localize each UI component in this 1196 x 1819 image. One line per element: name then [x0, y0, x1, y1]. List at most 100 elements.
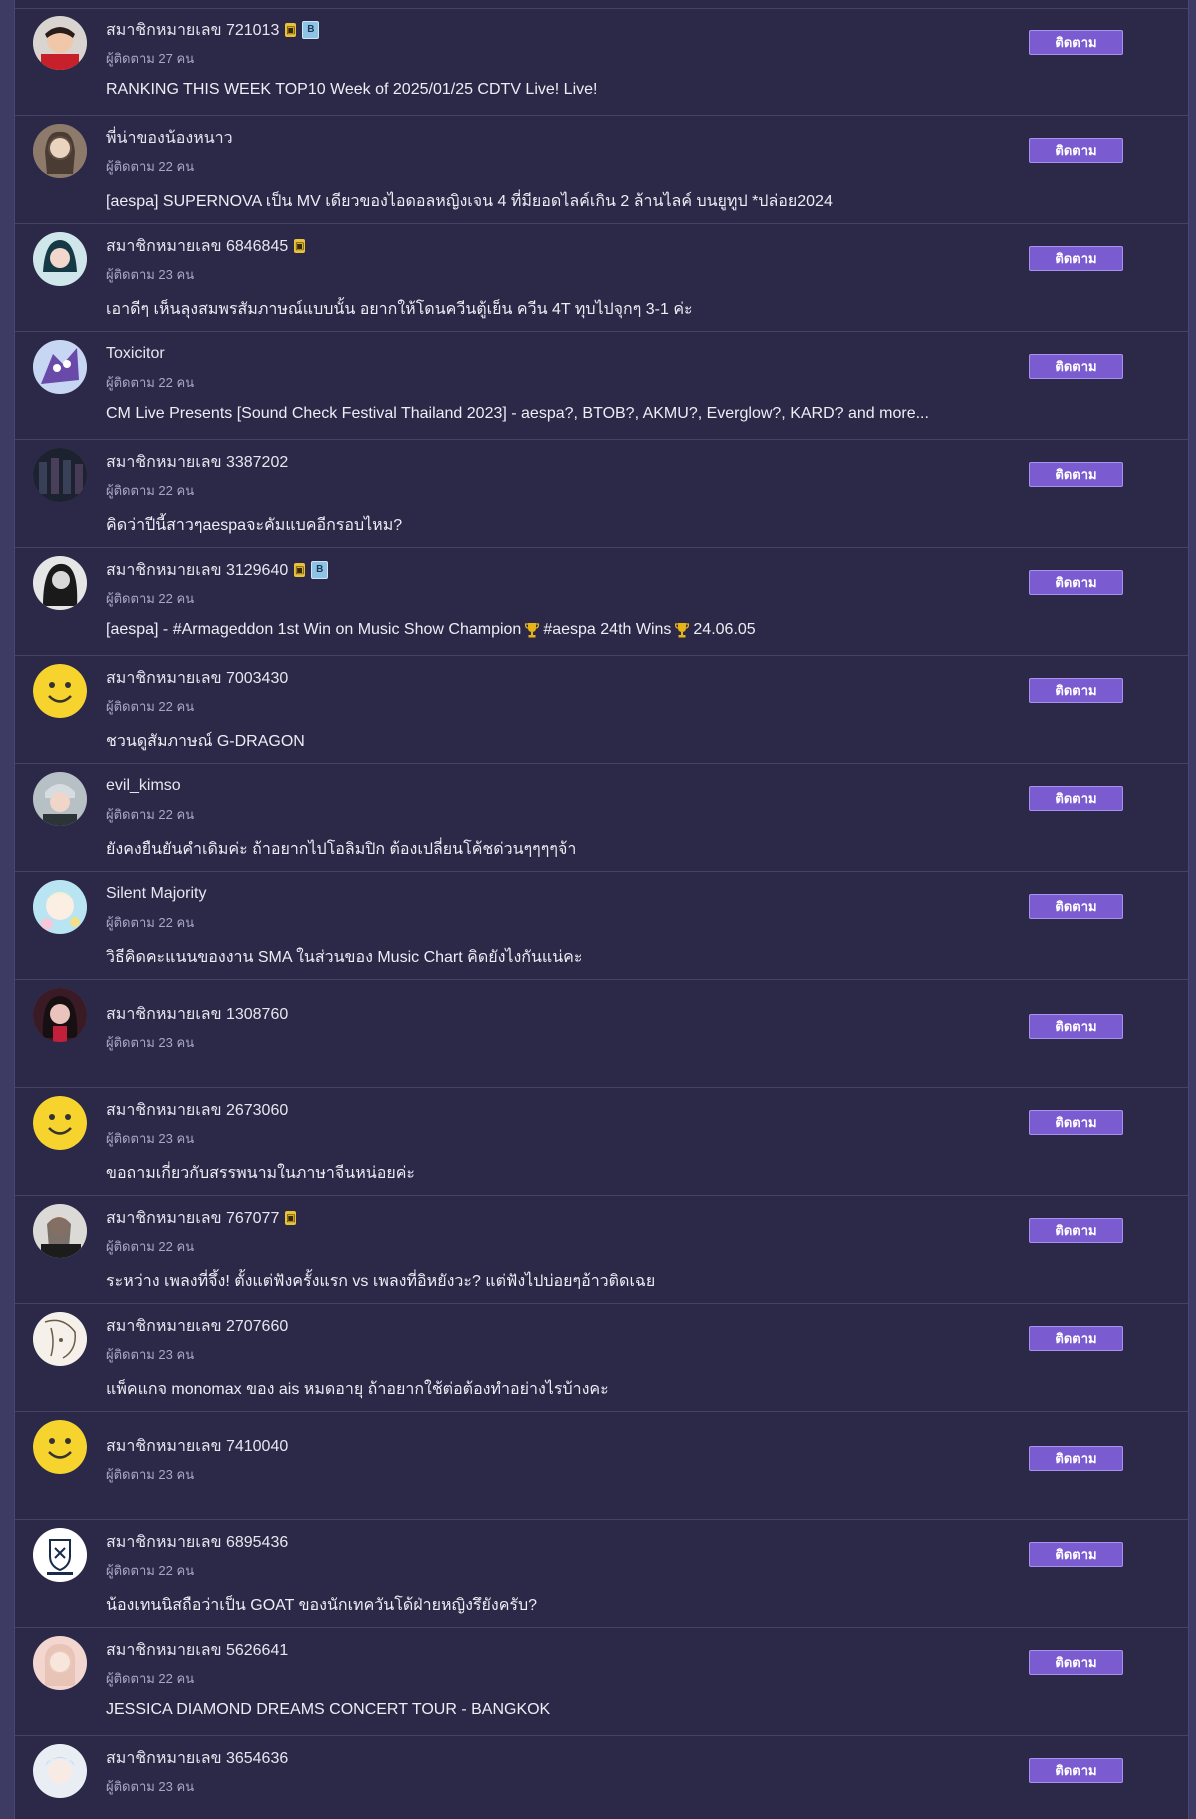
post-row: สมาชิกหมายเลข 3387202 ผู้ติดตาม 22 คนคิดว…: [15, 440, 1188, 548]
member-name-line: พี่น่าของน้องหนาว: [106, 128, 233, 148]
member-name-line: สมาชิกหมายเลข 1308760: [106, 1004, 288, 1024]
follower-count: ผู้ติดตาม 27 คน: [106, 51, 195, 66]
follow-button[interactable]: ติดตาม: [1029, 1446, 1123, 1471]
avatar[interactable]: [33, 988, 87, 1042]
member-name-line: สมาชิกหมายเลข 2707660: [106, 1316, 288, 1336]
follow-button[interactable]: ติดตาม: [1029, 1110, 1123, 1135]
post-title-link[interactable]: RANKING THIS WEEK TOP10 Week of 2025/01/…: [106, 81, 597, 99]
post-row: Silent Majority ผู้ติดตาม 22 คน วิธีคิดคะแ…: [15, 872, 1188, 980]
member-name[interactable]: สมาชิกหมายเลข 3387202: [106, 450, 288, 475]
post-title-link[interactable]: แพ็คแกจ monomax ของ ais หมดอายุ ถ้าอยากใ…: [106, 1377, 609, 1402]
post-title-link[interactable]: เอาดีๆ เห็นลุงสมพรสัมภาษณ์แบบนั้น อยากให…: [106, 297, 693, 322]
avatar[interactable]: [33, 16, 87, 70]
member-name[interactable]: สมาชิกหมายเลข 3654636: [106, 1746, 288, 1771]
member-name[interactable]: พี่น่าของน้องหนาว: [106, 126, 233, 151]
follower-count: ผู้ติดตาม 23 คน: [106, 1467, 195, 1482]
follower-count: ผู้ติดตาม 22 คน: [106, 1239, 195, 1254]
member-name-line: สมาชิกหมายเลข 767077 ▣: [106, 1206, 297, 1231]
avatar[interactable]: [33, 556, 87, 610]
post-row: สมาชิกหมายเลข 6895436 ผู้ติดตาม 22 คน น้อง…: [15, 1520, 1188, 1628]
avatar[interactable]: [33, 340, 87, 394]
follow-button[interactable]: ติดตาม: [1029, 1326, 1123, 1351]
avatar[interactable]: [33, 772, 87, 826]
post-title-link[interactable]: ยังคงยืนยันคำเดิมค่ะ ถ้าอยากไปโอลิมปิก ต…: [106, 837, 576, 862]
post-row: สมาชิกหมายเลข 2673060 ผู้ติดตาม 23 คนขอถา…: [15, 1088, 1188, 1196]
follower-count: ผู้ติดตาม 22 คน: [106, 375, 195, 390]
avatar[interactable]: [33, 1312, 87, 1366]
post-row: สมาชิกหมายเลข 767077 ▣ ผู้ติดตาม 22 คนระหว…: [15, 1196, 1188, 1304]
avatar[interactable]: [33, 1636, 87, 1690]
avatar[interactable]: [33, 1096, 87, 1150]
follower-count: ผู้ติดตาม 23 คน: [106, 1131, 195, 1146]
member-name[interactable]: สมาชิกหมายเลข 5626641: [106, 1638, 288, 1663]
post-title-part: 24.06.05: [693, 621, 756, 638]
follower-count: ผู้ติดตาม 23 คน: [106, 1779, 195, 1794]
follow-button[interactable]: ติดตาม: [1029, 138, 1123, 163]
gold-badge-icon: ▣: [294, 563, 306, 577]
post-row: สมาชิกหมายเลข 721013 ▣ B ผู้ติดตาม 27 คน RAN…: [15, 8, 1188, 116]
member-name[interactable]: Silent Majority: [106, 885, 206, 903]
member-name[interactable]: สมาชิกหมายเลข 2673060: [106, 1098, 288, 1123]
post-title-link[interactable]: วิธีคิดคะแนนของงาน SMA ในส่วนของ Music C…: [106, 945, 582, 970]
post-title-link[interactable]: JESSICA DIAMOND DREAMS CONCERT TOUR - BA…: [106, 1701, 550, 1719]
trophy-icon: [675, 622, 690, 638]
post-row: Toxicitor ผู้ติดตาม 22 คน CM Live Presents…: [15, 332, 1188, 440]
follower-count: ผู้ติดตาม 22 คน: [106, 591, 195, 606]
member-name-line: สมาชิกหมายเลข 5626641: [106, 1640, 288, 1660]
follow-button[interactable]: ติดตาม: [1029, 894, 1123, 919]
followed-posts-list: สมาชิกหมายเลข 721013 ▣ B ผู้ติดตาม 27 คน RAN…: [14, 0, 1189, 1819]
follow-button[interactable]: ติดตาม: [1029, 1542, 1123, 1567]
follower-count: ผู้ติดตาม 22 คน: [106, 699, 195, 714]
member-name[interactable]: Toxicitor: [106, 345, 165, 363]
post-title-link[interactable]: ขอถามเกี่ยวกับสรรพนามในภาษาจีนหน่อยค่ะ: [106, 1161, 415, 1186]
post-title-link[interactable]: [aespa] SUPERNOVA เป็น MV เดียวของไอดอลห…: [106, 189, 833, 214]
follow-button[interactable]: ติดตาม: [1029, 1014, 1123, 1039]
member-name[interactable]: สมาชิกหมายเลข 6895436: [106, 1530, 288, 1555]
post-title-link[interactable]: ระหว่าง เพลงที่จึ้ง! ตั้งแต่ฟังครั้งแรก …: [106, 1269, 655, 1294]
post-title-link[interactable]: น้องเทนนิสถือว่าเป็น GOAT ของนักเทควันโด…: [106, 1593, 537, 1618]
member-name[interactable]: สมาชิกหมายเลข 3129640: [106, 558, 288, 583]
member-name[interactable]: สมาชิกหมายเลข 767077: [106, 1206, 279, 1231]
member-name-line: สมาชิกหมายเลข 7003430: [106, 668, 288, 688]
member-name[interactable]: สมาชิกหมายเลข 1308760: [106, 1002, 288, 1027]
follow-button[interactable]: ติดตาม: [1029, 30, 1123, 55]
member-name[interactable]: สมาชิกหมายเลข 7410040: [106, 1434, 288, 1459]
follower-count: ผู้ติดตาม 22 คน: [106, 483, 195, 498]
post-title-part: [aespa] - #Armageddon 1st Win on Music S…: [106, 621, 522, 638]
member-name-line: สมาชิกหมายเลข 6895436: [106, 1532, 288, 1552]
avatar[interactable]: [33, 664, 87, 718]
follow-button[interactable]: ติดตาม: [1029, 354, 1123, 379]
member-name-line: สมาชิกหมายเลข 6846845 ▣: [106, 234, 306, 259]
post-row: สมาชิกหมายเลข 1308760 ผู้ติดตาม 23 คน ติดต…: [15, 980, 1188, 1088]
follow-button[interactable]: ติดตาม: [1029, 1650, 1123, 1675]
post-row: สมาชิกหมายเลข 6846845 ▣ ผู้ติดตาม 23 คน เอา…: [15, 224, 1188, 332]
follow-button[interactable]: ติดตาม: [1029, 1218, 1123, 1243]
member-name[interactable]: สมาชิกหมายเลข 721013: [106, 18, 279, 43]
gold-badge-icon: ▣: [285, 23, 297, 37]
avatar[interactable]: [33, 124, 87, 178]
post-title-link[interactable]: ชวนดูสัมภาษณ์ G-DRAGON: [106, 729, 305, 754]
member-name[interactable]: สมาชิกหมายเลข 2707660: [106, 1314, 288, 1339]
follow-button[interactable]: ติดตาม: [1029, 678, 1123, 703]
post-row: evil_kimso ผู้ติดตาม 22 คน ยังคงยืนยันคำเด…: [15, 764, 1188, 872]
follow-button[interactable]: ติดตาม: [1029, 1758, 1123, 1783]
follow-button[interactable]: ติดตาม: [1029, 462, 1123, 487]
avatar[interactable]: [33, 232, 87, 286]
follow-button[interactable]: ติดตาม: [1029, 570, 1123, 595]
member-name[interactable]: evil_kimso: [106, 777, 181, 795]
avatar[interactable]: [33, 1528, 87, 1582]
member-name-line: สมาชิกหมายเลข 721013 ▣ B: [106, 18, 320, 43]
post-title-link[interactable]: คิดว่าปีนี้สาวๆaespaจะคัมแบคอีกรอบไหม?: [106, 513, 402, 538]
member-name[interactable]: สมาชิกหมายเลข 7003430: [106, 666, 288, 691]
avatar[interactable]: [33, 880, 87, 934]
avatar[interactable]: [33, 448, 87, 502]
follow-button[interactable]: ติดตาม: [1029, 246, 1123, 271]
post-row: สมาชิกหมายเลข 3129640 ▣ B ผู้ติดตาม 22 คน [a…: [15, 548, 1188, 656]
follow-button[interactable]: ติดตาม: [1029, 786, 1123, 811]
avatar[interactable]: [33, 1420, 87, 1474]
avatar[interactable]: [33, 1744, 87, 1798]
avatar[interactable]: [33, 1204, 87, 1258]
post-title-link[interactable]: [aespa] - #Armageddon 1st Win on Music S…: [106, 621, 756, 639]
member-name[interactable]: สมาชิกหมายเลข 6846845: [106, 234, 288, 259]
post-title-link[interactable]: CM Live Presents [Sound Check Festival T…: [106, 405, 929, 423]
